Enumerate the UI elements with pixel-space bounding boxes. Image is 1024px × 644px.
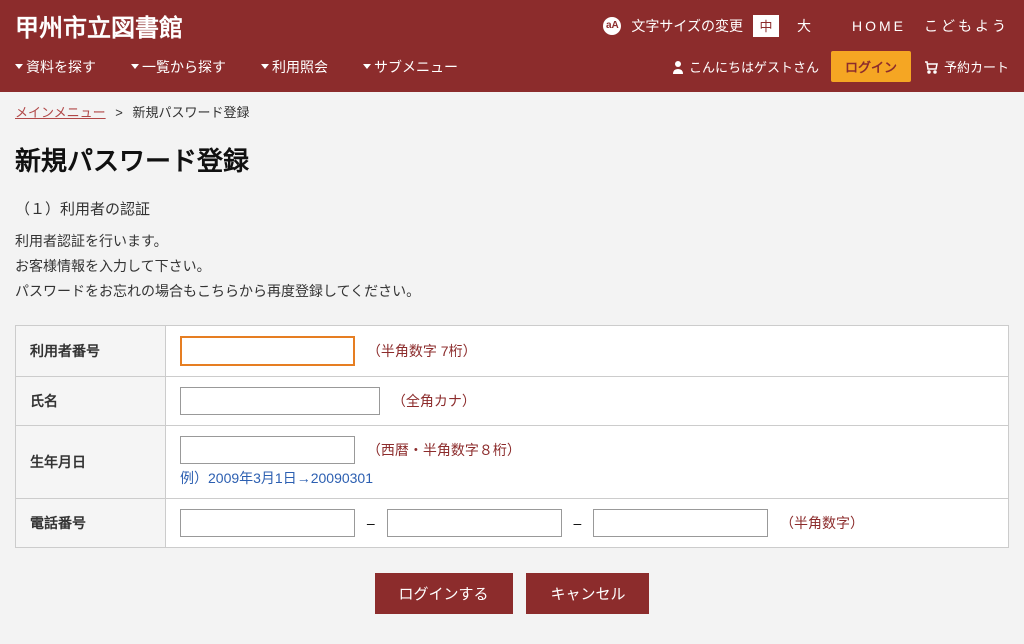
name-hint: （全角カナ）: [392, 393, 476, 409]
row-user-number: 利用者番号 （半角数字 7桁）: [16, 325, 1009, 376]
greeting: こんにちはゲストさん: [671, 57, 819, 76]
step-title: （１）利用者の認証: [15, 198, 1009, 219]
form-table: 利用者番号 （半角数字 7桁） 氏名 （全角カナ） 生年月日 （西暦・半角数字８…: [15, 325, 1009, 548]
header-bottom-row: 資料を探す 一覧から探す 利用照会 サブメニュー こんにちはゲストさん ログイン…: [0, 43, 1024, 92]
site-title[interactable]: 甲州市立図書館: [15, 8, 603, 43]
menu-usage-label: 利用照会: [272, 57, 328, 77]
menu-submenu[interactable]: サブメニュー: [363, 57, 458, 77]
greeting-text: こんにちはゲストさん: [689, 57, 819, 76]
birth-hint: （西暦・半角数字８桁）: [367, 442, 521, 458]
description-line-3: パスワードをお忘れの場合もこちらから再度登録してください。: [15, 279, 1009, 304]
user-area: こんにちはゲストさん ログイン 予約カート: [671, 51, 1009, 82]
user-number-input[interactable]: [180, 336, 355, 366]
label-phone: 電話番号: [16, 498, 166, 547]
cart-label: 予約カート: [944, 57, 1009, 76]
page-title: 新規パスワード登録: [15, 141, 1009, 178]
cart-link[interactable]: 予約カート: [923, 57, 1009, 76]
person-icon: [671, 60, 685, 74]
phone-input-3[interactable]: [593, 509, 768, 537]
menu-list-label: 一覧から探す: [142, 57, 226, 77]
main-menu: 資料を探す 一覧から探す 利用照会 サブメニュー: [15, 57, 671, 77]
label-name: 氏名: [16, 376, 166, 425]
font-size-large-button[interactable]: 大: [789, 16, 819, 36]
menu-usage[interactable]: 利用照会: [261, 57, 328, 77]
caret-down-icon: [15, 64, 23, 69]
description-line-1: 利用者認証を行います。: [15, 229, 1009, 254]
label-birth: 生年月日: [16, 425, 166, 498]
cancel-button[interactable]: キャンセル: [526, 573, 649, 614]
submit-login-button[interactable]: ログインする: [375, 573, 513, 614]
description: 利用者認証を行います。 お客様情報を入力して下さい。 パスワードをお忘れの場合も…: [15, 229, 1009, 305]
font-size-medium-button[interactable]: 中: [753, 15, 779, 37]
phone-dash-2: –: [573, 515, 581, 531]
breadcrumb-current: 新規パスワード登録: [132, 105, 249, 120]
header: 甲州市立図書館 aA 文字サイズの変更 中 大 HOME こどもよう 資料を探す…: [0, 0, 1024, 92]
menu-search-label: 資料を探す: [26, 57, 96, 77]
menu-search[interactable]: 資料を探す: [15, 57, 96, 77]
cell-user-number: （半角数字 7桁）: [166, 325, 1009, 376]
home-link[interactable]: HOME: [852, 18, 906, 34]
phone-input-2[interactable]: [387, 509, 562, 537]
caret-down-icon: [261, 64, 269, 69]
cell-phone: – – （半角数字）: [166, 498, 1009, 547]
label-user-number: 利用者番号: [16, 325, 166, 376]
cart-icon: [923, 60, 939, 74]
button-row: ログインする キャンセル: [15, 573, 1009, 614]
birth-input[interactable]: [180, 436, 355, 464]
breadcrumb: メインメニュー > 新規パスワード登録: [0, 92, 1024, 131]
caret-down-icon: [131, 64, 139, 69]
row-phone: 電話番号 – – （半角数字）: [16, 498, 1009, 547]
phone-dash-1: –: [367, 515, 375, 531]
row-name: 氏名 （全角カナ）: [16, 376, 1009, 425]
kids-link[interactable]: こどもよう: [924, 16, 1009, 36]
caret-down-icon: [363, 64, 371, 69]
user-number-hint: （半角数字 7桁）: [367, 343, 477, 359]
name-input[interactable]: [180, 387, 380, 415]
header-top-row: 甲州市立図書館 aA 文字サイズの変更 中 大 HOME こどもよう: [0, 0, 1024, 43]
font-size-controls: aA 文字サイズの変更 中 大: [603, 15, 819, 37]
cell-name: （全角カナ）: [166, 376, 1009, 425]
row-birth: 生年月日 （西暦・半角数字８桁） 例）2009年3月1日→20090301: [16, 425, 1009, 498]
font-size-label: 文字サイズの変更: [631, 16, 743, 36]
birth-example: 例）2009年3月1日→20090301: [180, 468, 994, 488]
login-button[interactable]: ログイン: [831, 51, 911, 82]
content: 新規パスワード登録 （１）利用者の認証 利用者認証を行います。 お客様情報を入力…: [0, 131, 1024, 644]
description-line-2: お客様情報を入力して下さい。: [15, 254, 1009, 279]
menu-list[interactable]: 一覧から探す: [131, 57, 226, 77]
font-size-icon: aA: [603, 17, 621, 35]
phone-hint: （半角数字）: [780, 515, 864, 531]
breadcrumb-separator: >: [115, 105, 123, 120]
breadcrumb-main-link[interactable]: メインメニュー: [15, 105, 106, 120]
cell-birth: （西暦・半角数字８桁） 例）2009年3月1日→20090301: [166, 425, 1009, 498]
menu-submenu-label: サブメニュー: [374, 57, 458, 77]
phone-input-1[interactable]: [180, 509, 355, 537]
